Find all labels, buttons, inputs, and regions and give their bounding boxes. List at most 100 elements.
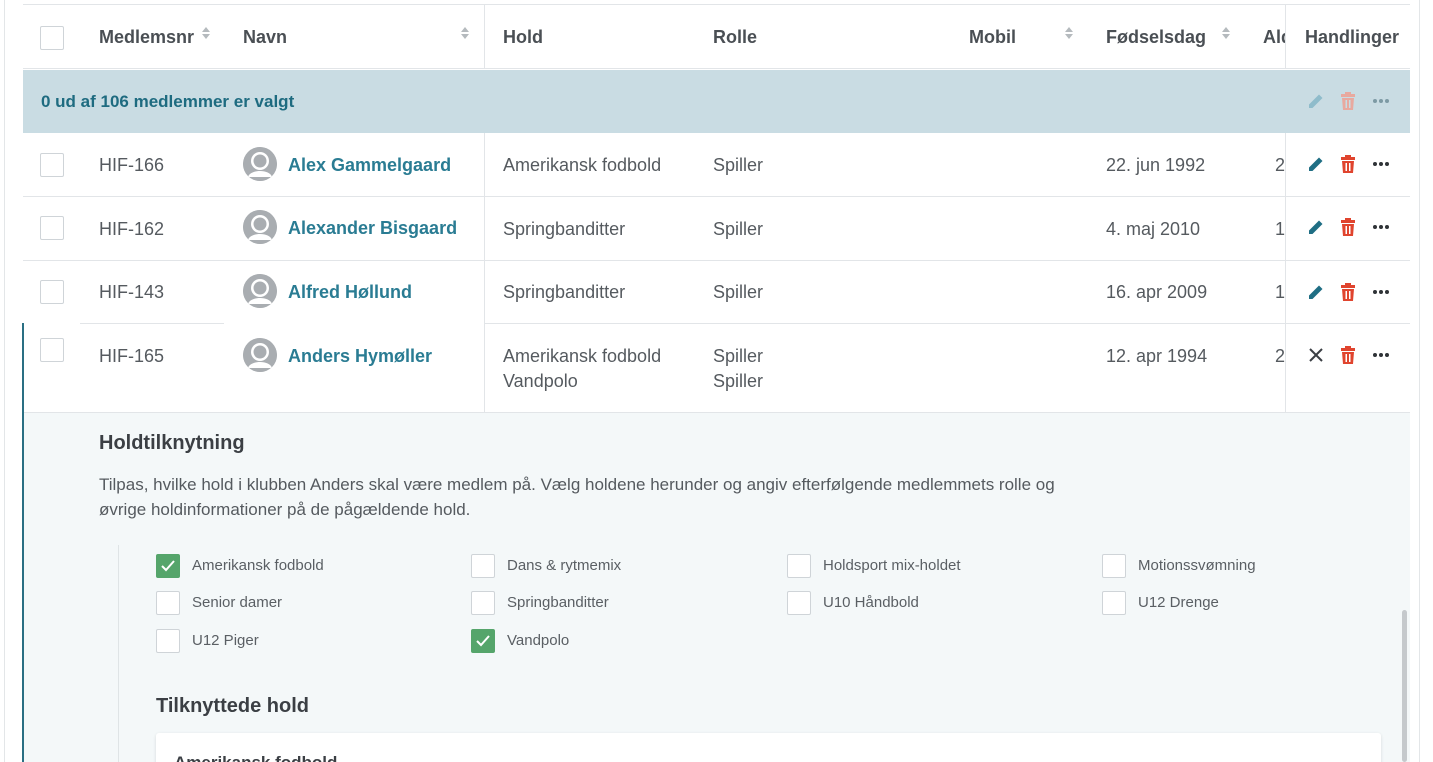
trash-icon[interactable]: [1337, 216, 1359, 238]
sort-icon[interactable]: [1064, 25, 1074, 41]
role-name: Spiller: [713, 346, 764, 366]
pencil-icon[interactable]: [1305, 216, 1327, 238]
row-checkbox[interactable]: [40, 216, 64, 240]
member-number: HIF-143: [99, 282, 165, 302]
member-name-link[interactable]: Anders Hymøller: [288, 346, 432, 367]
team-checkbox[interactable]: Amerikansk fodbold: [156, 554, 456, 580]
team-checkbox-label: Vandpolo: [507, 632, 570, 649]
user-avatar-icon: [243, 274, 277, 308]
ellipsis-icon[interactable]: [1370, 90, 1392, 112]
pencil-icon: [1305, 90, 1327, 112]
age: 2: [1275, 346, 1285, 366]
role-name: Spiller: [713, 219, 764, 239]
member-number: HIF-166: [99, 155, 165, 175]
ellipsis-icon[interactable]: [1370, 344, 1392, 366]
trash-icon: [1337, 90, 1359, 112]
team-checkbox-label: Springbanditter: [507, 594, 609, 611]
birthday: 22. jun 1992: [1106, 155, 1206, 175]
row-checkbox[interactable]: [40, 280, 64, 304]
age: 1: [1275, 219, 1285, 239]
user-avatar-icon: [243, 338, 277, 372]
expanded-row-accent: [22, 323, 24, 762]
column-header-birthday[interactable]: Fødselsdag: [1106, 27, 1206, 48]
team-checkbox[interactable]: U10 Håndbold: [787, 591, 1087, 617]
sort-icon[interactable]: [460, 25, 470, 41]
team-checkbox-label: Motionssvømning: [1138, 557, 1256, 574]
checkbox-unchecked[interactable]: [787, 554, 811, 578]
pencil-icon[interactable]: [1305, 153, 1327, 175]
vertical-scrollbar[interactable]: [1402, 610, 1407, 762]
row-checkbox[interactable]: [40, 338, 64, 362]
table-row[interactable]: HIF-166 Alex Gammelgaard Amerikansk fodb…: [23, 133, 1410, 196]
checkbox-unchecked[interactable]: [787, 591, 811, 615]
member-name-link[interactable]: Alex Gammelgaard: [288, 155, 451, 176]
age: 2: [1275, 155, 1285, 175]
sort-icon[interactable]: [201, 25, 211, 41]
panel-inner-divider: [118, 545, 119, 762]
member-name-link[interactable]: Alfred Høllund: [288, 282, 412, 303]
close-icon[interactable]: [1305, 344, 1327, 366]
team-checkbox-label: Dans & rytmemix: [507, 557, 622, 574]
checkbox-unchecked[interactable]: [156, 629, 180, 653]
team-checkbox[interactable]: Springbanditter: [471, 591, 771, 617]
user-avatar-icon: [243, 210, 277, 244]
team-checkbox[interactable]: Motionssvømning: [1102, 554, 1382, 580]
team-checkbox[interactable]: U12 Piger: [156, 629, 456, 655]
panel-title: Holdtilknytning: [99, 432, 245, 454]
column-header-role: Rolle: [713, 27, 758, 47]
column-header-member-no[interactable]: Medlemsnr: [99, 27, 194, 48]
team-checkbox-label: U12 Piger: [192, 632, 259, 649]
column-header-mobile[interactable]: Mobil: [969, 27, 1016, 48]
user-avatar-icon: [243, 147, 277, 181]
checkbox-checked[interactable]: [471, 629, 495, 653]
sticky-column-divider: [484, 5, 485, 69]
team-name: Amerikansk fodbold: [503, 346, 662, 366]
team-name: Springbanditter: [503, 219, 626, 239]
member-name-link[interactable]: Alexander Bisgaard: [288, 218, 457, 239]
row-checkbox[interactable]: [40, 153, 64, 177]
team-checkbox-label: U10 Håndbold: [823, 594, 919, 611]
panel-description: Tilpas, hvilke hold i klubben Anders ska…: [99, 475, 1055, 519]
table-row[interactable]: HIF-143 Alfred Høllund Springbanditter S…: [23, 261, 1410, 323]
trash-icon[interactable]: [1337, 344, 1359, 366]
role-name: Spiller: [713, 282, 764, 302]
table-row-expanded[interactable]: HIF-165 Anders Hymøller Amerikansk fodbo…: [23, 324, 1410, 412]
member-number: HIF-162: [99, 219, 165, 239]
team-checkbox[interactable]: U12 Drenge: [1102, 591, 1382, 617]
table-header: Medlemsnr Navn Hold Rolle Mobil Fødselsd…: [23, 5, 1410, 69]
linked-team-card-title: Amerikansk fodbold: [174, 753, 337, 762]
pencil-icon[interactable]: [1305, 281, 1327, 303]
table-row[interactable]: HIF-162 Alexander Bisgaard Springbanditt…: [23, 197, 1410, 260]
team-name: Springbanditter: [503, 282, 626, 302]
team-checkbox[interactable]: Dans & rytmemix: [471, 554, 771, 580]
ellipsis-icon[interactable]: [1370, 281, 1392, 303]
sort-icon[interactable]: [1221, 25, 1231, 41]
ellipsis-icon[interactable]: [1370, 216, 1392, 238]
ellipsis-icon[interactable]: [1370, 153, 1392, 175]
checkbox-unchecked[interactable]: [471, 591, 495, 615]
column-header-actions: Handlinger: [1305, 27, 1400, 48]
birthday: 16. apr 2009: [1106, 282, 1208, 302]
team-checkbox-label: Amerikansk fodbold: [192, 557, 324, 574]
team-checkbox[interactable]: Senior damer: [156, 591, 456, 617]
checkbox-unchecked[interactable]: [1102, 591, 1126, 615]
team-checkbox[interactable]: Vandpolo: [471, 629, 771, 655]
checkbox-unchecked[interactable]: [156, 591, 180, 615]
checkbox-unchecked[interactable]: [1102, 554, 1126, 578]
column-header-team: Hold: [503, 27, 543, 47]
trash-icon[interactable]: [1337, 153, 1359, 175]
checkbox-unchecked[interactable]: [471, 554, 495, 578]
column-header-age[interactable]: Ald: [1263, 27, 1285, 48]
trash-icon[interactable]: [1337, 281, 1359, 303]
checkbox-checked[interactable]: [156, 554, 180, 578]
team-checkbox-label: Senior damer: [192, 594, 283, 611]
birthday: 12. apr 1994: [1106, 346, 1208, 366]
birthday: 4. maj 2010: [1106, 219, 1201, 239]
linked-teams-title: Tilknyttede hold: [156, 695, 309, 717]
select-all-checkbox[interactable]: [40, 26, 64, 50]
member-number: HIF-165: [99, 346, 165, 366]
linked-team-card[interactable]: Amerikansk fodbold: [156, 733, 1381, 762]
team-checkbox[interactable]: Holdsport mix-holdet: [787, 554, 1087, 580]
column-header-name[interactable]: Navn: [243, 27, 287, 48]
actions-column-divider: [1285, 5, 1286, 69]
